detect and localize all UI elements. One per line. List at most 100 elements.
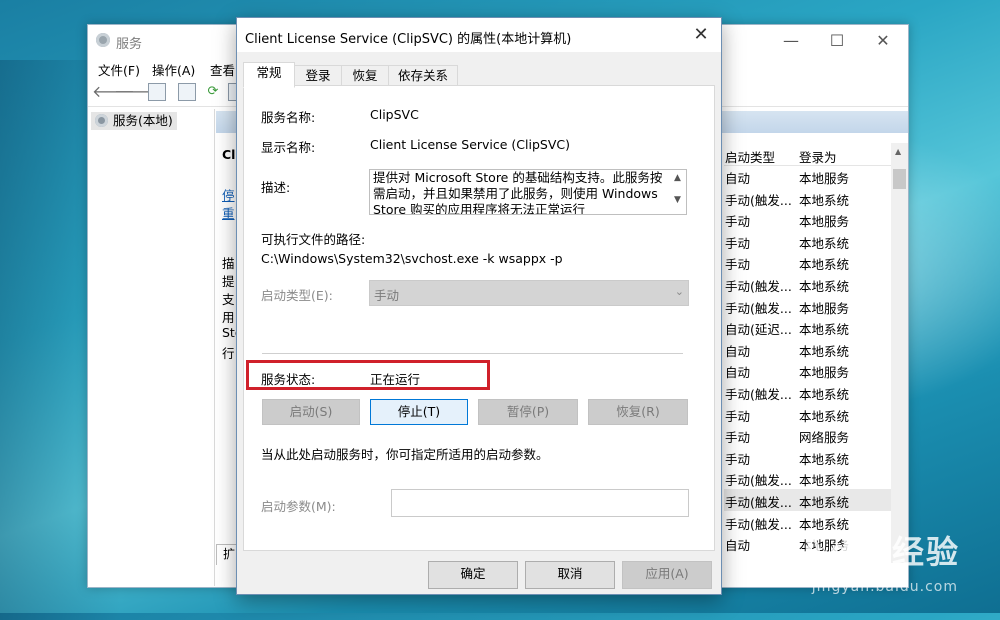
cell-startup-type: 手动(触发... <box>725 494 792 510</box>
description-box[interactable]: 提供对 Microsoft Store 的基础结构支持。此服务按需启动，并且如果… <box>369 169 687 215</box>
stop-service-link[interactable]: 停 <box>222 185 235 204</box>
cell-startup-type: 手动 <box>725 451 751 467</box>
tree-item-services-local[interactable]: 服务(本地) <box>91 112 177 130</box>
table-row[interactable]: 自动 本地服务 <box>724 359 894 381</box>
display-name-label: 显示名称: <box>261 140 316 155</box>
tab-logon[interactable]: 登录 <box>294 65 342 86</box>
display-name-value: Client License Service (ClipSVC) <box>370 137 571 152</box>
menu-view[interactable]: 查看 <box>210 60 235 79</box>
table-row[interactable]: 手动 本地系统 <box>724 251 894 273</box>
tab-general[interactable]: 常规 <box>243 62 295 88</box>
service-name-label: 服务名称: <box>261 110 316 125</box>
tab-recovery[interactable]: 恢复 <box>341 65 389 86</box>
list-header: 启动类型 登录为 <box>724 143 902 166</box>
separator <box>262 353 683 354</box>
desc-line: 支 <box>222 292 235 307</box>
startup-type-value: 手动 <box>374 288 400 303</box>
start-params-hint: 当从此处启动服务时，你可指定所适用的启动参数。 <box>261 447 549 462</box>
scroll-down-icon[interactable]: ▼ <box>669 195 686 205</box>
ok-button[interactable]: 确定 <box>428 561 518 589</box>
cell-logon-as: 本地服务 <box>799 300 850 316</box>
console-tree-icon[interactable] <box>148 83 166 101</box>
cell-logon-as: 本地系统 <box>799 322 850 338</box>
services-gear-icon <box>95 114 108 127</box>
forward-arrow-icon[interactable]: 🡒 <box>114 83 157 101</box>
cell-startup-type: 手动(触发... <box>725 278 792 294</box>
minimize-button[interactable]: — <box>768 29 814 53</box>
table-row[interactable]: 自动 本地系统 <box>724 338 894 360</box>
desc-line: 描 <box>222 256 235 271</box>
console-tree: 服务(本地) <box>88 109 215 586</box>
menu-action[interactable]: 操作(A) <box>152 60 195 79</box>
scroll-up-icon[interactable]: ▲ <box>669 173 686 183</box>
properties-dialog: Client License Service (ClipSVC) 的属性(本地计… <box>236 17 722 595</box>
stop-button[interactable]: 停止(T) <box>370 399 468 425</box>
close-window-button[interactable]: ✕ <box>860 29 906 53</box>
table-row[interactable]: 手动(触发... 本地系统 <box>724 381 894 403</box>
list-scrollbar[interactable]: ▲ <box>891 143 908 563</box>
desc-line: 用 <box>222 310 235 325</box>
apply-button[interactable]: 应用(A) <box>622 561 712 589</box>
resume-button[interactable]: 恢复(R) <box>588 399 688 425</box>
table-row[interactable]: 自动(延迟... 本地系统 <box>724 316 894 338</box>
path-label: 可执行文件的路径: <box>261 232 366 247</box>
watermark-url: jingyan.baidu.com <box>811 579 958 595</box>
table-row[interactable]: 手动(触发... 本地系统 <box>724 273 894 295</box>
table-row[interactable]: 手动 本地系统 <box>724 446 894 468</box>
restart-service-link[interactable]: 重 <box>222 203 235 222</box>
cell-logon-as: 本地服务 <box>799 214 850 230</box>
description-scrollbar[interactable]: ▲ ▼ <box>669 170 686 214</box>
table-row[interactable]: 手动(触发... 本地系统 <box>724 187 894 209</box>
table-row[interactable]: 手动 本地系统 <box>724 230 894 252</box>
cell-logon-as: 本地系统 <box>799 451 850 467</box>
status-label: 服务状态: <box>261 372 316 387</box>
cell-logon-as: 本地系统 <box>799 408 850 424</box>
cell-logon-as: 本地系统 <box>799 473 850 489</box>
table-row[interactable]: 手动 网络服务 <box>724 424 894 446</box>
path-value: C:\Windows\System32\svchost.exe -k wsapp… <box>261 251 563 266</box>
watermark-brand: Bai du 经验 <box>753 533 960 571</box>
table-row[interactable]: 自动 本地服务 <box>724 165 894 187</box>
table-row[interactable]: 手动(触发... 本地系统 <box>724 488 894 511</box>
cell-startup-type: 手动 <box>725 430 751 446</box>
startup-type-select[interactable]: 手动 ⌄ <box>369 280 689 306</box>
cancel-button[interactable]: 取消 <box>525 561 615 589</box>
column-startup-type[interactable]: 启动类型 <box>725 147 775 166</box>
cell-logon-as: 本地系统 <box>799 386 850 402</box>
menu-file[interactable]: 文件(F) <box>98 60 140 79</box>
cell-logon-as: 网络服务 <box>799 430 850 446</box>
cell-logon-as: 本地系统 <box>799 192 850 208</box>
cell-logon-as: 本地系统 <box>799 278 850 294</box>
start-params-input[interactable] <box>391 489 689 517</box>
properties-icon[interactable] <box>178 83 196 101</box>
table-row[interactable]: 手动 本地服务 <box>724 208 894 230</box>
cell-startup-type: 手动(触发... <box>725 300 792 316</box>
start-button[interactable]: 启动(S) <box>262 399 360 425</box>
refresh-icon[interactable]: ⟳ <box>204 83 222 101</box>
extended-tab[interactable]: 扩 <box>216 544 238 565</box>
cell-startup-type: 自动 <box>725 538 751 554</box>
pause-button[interactable]: 暂停(P) <box>478 399 578 425</box>
services-gear-icon <box>96 33 110 47</box>
dialog-close-icon[interactable]: ✕ <box>689 24 713 46</box>
start-params-label: 启动参数(M): <box>261 499 336 514</box>
column-logon-as[interactable]: 登录为 <box>799 147 837 166</box>
back-arrow-icon[interactable]: 🡐 <box>92 83 135 101</box>
table-row[interactable]: 手动(触发... 本地系统 <box>724 467 894 489</box>
scroll-up-icon[interactable]: ▲ <box>895 147 901 156</box>
general-panel: 服务名称: ClipSVC 显示名称: Client License Servi… <box>243 85 715 551</box>
desc-line: 行 <box>222 346 235 361</box>
description-label: 描述: <box>261 180 291 195</box>
desc-line: 提 <box>222 274 235 289</box>
maximize-button[interactable]: ☐ <box>814 29 860 53</box>
cell-startup-type: 手动(触发... <box>725 192 792 208</box>
tab-dependencies[interactable]: 依存关系 <box>388 65 458 86</box>
scroll-thumb[interactable] <box>893 169 906 189</box>
table-row[interactable]: 手动(触发... 本地服务 <box>724 295 894 317</box>
table-row[interactable]: 手动 本地系统 <box>724 403 894 425</box>
cell-startup-type: 手动 <box>725 408 751 424</box>
cell-logon-as: 本地服务 <box>799 365 850 381</box>
dialog-title: Client License Service (ClipSVC) 的属性(本地计… <box>245 32 572 47</box>
dialog-titlebar: Client License Service (ClipSVC) 的属性(本地计… <box>237 18 721 52</box>
cell-startup-type: 手动(触发... <box>725 386 792 402</box>
